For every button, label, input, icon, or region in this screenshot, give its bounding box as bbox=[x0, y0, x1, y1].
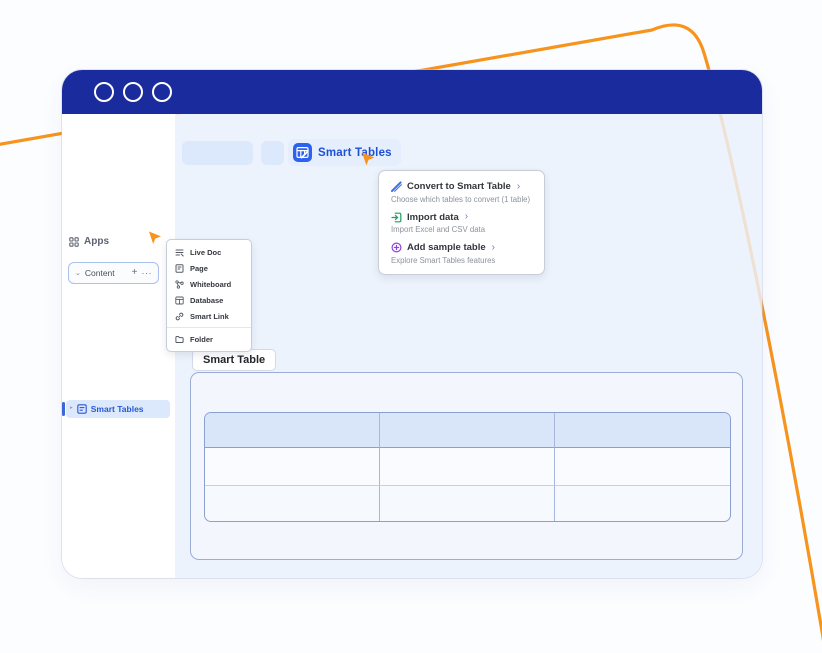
page-icon bbox=[175, 264, 184, 273]
smart-link-icon bbox=[175, 312, 184, 321]
menu-divider bbox=[167, 327, 251, 328]
menu-item-label: Smart Link bbox=[190, 312, 229, 321]
menu-item-page[interactable]: Page bbox=[167, 260, 251, 276]
smart-tables-doc-icon bbox=[77, 404, 87, 414]
window-control-icon[interactable] bbox=[94, 82, 114, 102]
popup-item-convert[interactable]: Convert to Smart Table › Choose which ta… bbox=[391, 181, 532, 204]
window-titlebar bbox=[62, 70, 762, 114]
cursor-pointer-icon bbox=[148, 231, 162, 245]
content-dropdown[interactable]: ⌄ Content + ··· bbox=[68, 262, 159, 284]
sidebar-item-smart-tables[interactable]: ▸ Smart Tables bbox=[66, 400, 170, 418]
menu-item-label: Database bbox=[190, 296, 223, 305]
convert-icon bbox=[391, 181, 402, 192]
menu-item-smart-link[interactable]: Smart Link bbox=[167, 308, 251, 324]
popup-item-import[interactable]: Import data › Import Excel and CSV data bbox=[391, 212, 532, 235]
content-more-button[interactable]: ··· bbox=[142, 269, 153, 278]
popup-item-title: Add sample table bbox=[407, 242, 486, 253]
expand-arrow-icon[interactable]: ▸ bbox=[70, 406, 73, 412]
menu-item-database[interactable]: Database bbox=[167, 292, 251, 308]
window-control-icon[interactable] bbox=[123, 82, 143, 102]
chevron-right-icon: › bbox=[517, 182, 520, 192]
chevron-right-icon: › bbox=[492, 243, 495, 253]
window-control-icon[interactable] bbox=[152, 82, 172, 102]
popup-item-subtitle: Choose which tables to convert (1 table) bbox=[391, 195, 532, 204]
menu-item-whiteboard[interactable]: Whiteboard bbox=[167, 276, 251, 292]
content-menu: Live Doc Page Whiteboard Database Smart … bbox=[166, 239, 252, 352]
selection-indicator-bar bbox=[62, 402, 65, 416]
menu-item-label: Page bbox=[190, 264, 208, 273]
menu-item-live-doc[interactable]: Live Doc bbox=[167, 244, 251, 260]
popup-item-subtitle: Explore Smart Tables features bbox=[391, 256, 532, 265]
popup-item-title: Import data bbox=[407, 212, 459, 223]
menu-item-folder[interactable]: Folder bbox=[167, 331, 251, 347]
menu-item-label: Live Doc bbox=[190, 248, 221, 257]
folder-icon bbox=[175, 335, 184, 344]
menu-item-label: Whiteboard bbox=[190, 280, 231, 289]
database-icon bbox=[175, 296, 184, 305]
popup-item-add-sample[interactable]: Add sample table › Explore Smart Tables … bbox=[391, 242, 532, 265]
whiteboard-icon bbox=[175, 280, 184, 289]
cursor-pointer-icon bbox=[361, 152, 376, 167]
chevron-right-icon: › bbox=[465, 212, 468, 222]
sidebar-item-label: Smart Tables bbox=[91, 404, 144, 414]
live-doc-icon bbox=[175, 248, 184, 257]
chevron-down-icon: ⌄ bbox=[75, 270, 81, 277]
add-sample-icon bbox=[391, 242, 402, 253]
add-content-button[interactable]: + bbox=[132, 268, 138, 278]
popup-item-title: Convert to Smart Table bbox=[407, 181, 511, 192]
apps-label: Apps bbox=[84, 236, 109, 247]
sidebar-section-apps: Apps bbox=[69, 236, 109, 247]
content-label: Content bbox=[85, 268, 128, 278]
smart-tables-popup: Convert to Smart Table › Choose which ta… bbox=[378, 170, 545, 275]
popup-item-subtitle: Import Excel and CSV data bbox=[391, 225, 532, 234]
menu-item-label: Folder bbox=[190, 335, 213, 344]
import-icon bbox=[391, 212, 402, 223]
sidebar: Apps ⌄ Content + ··· ▸ Smart Tables bbox=[62, 114, 175, 578]
apps-grid-icon bbox=[69, 237, 79, 247]
